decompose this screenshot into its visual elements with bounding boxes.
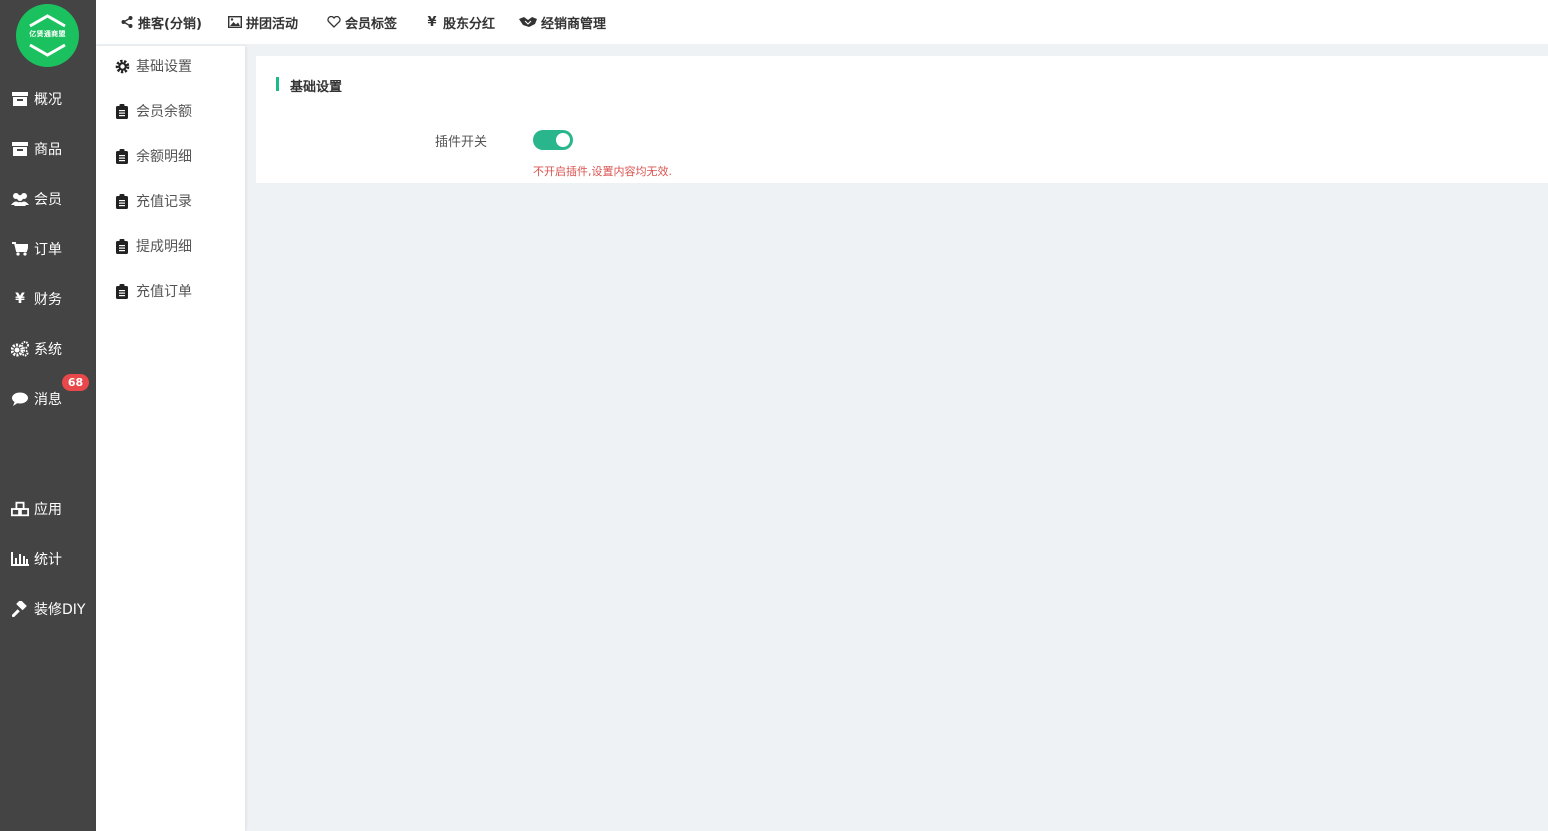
nav-item-label: 订单 (34, 242, 62, 258)
nav-item-label: 会员 (34, 192, 62, 208)
settings-panel: 基础设置 插件开关 不开启插件,设置内容均无效. (256, 56, 1548, 183)
nav-item-system[interactable]: 系统 (0, 331, 96, 367)
nav-item-decoration-diy[interactable]: 装修DIY (0, 591, 96, 627)
chat-icon (11, 390, 29, 408)
nav-item-apps[interactable]: 应用 (0, 491, 96, 527)
submenu-item-label: 基础设置 (136, 59, 192, 75)
top-item-label: 会员标签 (345, 16, 398, 32)
section-accent-bar (276, 77, 279, 91)
top-item-shareholder-dividend[interactable]: ¥ 股东分红 (425, 12, 495, 32)
message-count-badge: 68 (62, 374, 89, 391)
plugin-switch-toggle[interactable] (533, 130, 573, 150)
submenu-item-label: 提成明细 (136, 239, 192, 255)
submenu-item-label: 充值记录 (136, 194, 192, 210)
submenu-item-basic-settings[interactable]: 基础设置 (96, 51, 245, 81)
top-plugin-bar: 推客(分销) 拼团活动 会员标签 ¥ 股东分红 经销商管理 (96, 0, 1548, 44)
top-item-label: 拼团活动 (246, 16, 299, 32)
top-item-distribution[interactable]: 推客(分销) (120, 12, 202, 32)
nav-item-finance[interactable]: ¥ 财务 (0, 281, 96, 317)
section-title: 基础设置 (290, 80, 343, 95)
yen-icon: ¥ (15, 291, 25, 307)
handshake-icon (519, 15, 537, 29)
clipboard-icon (114, 103, 130, 119)
submenu-item-recharge-records[interactable]: 充值记录 (96, 186, 245, 216)
top-item-label: 股东分红 (443, 16, 496, 32)
main-sidebar: 亿贤通商盟 概况 商品 会员 订单 ¥ 财务 系统 消息 68 应用 统计 装修… (0, 0, 96, 831)
nav-item-label: 系统 (34, 342, 62, 358)
yen-icon: ¥ (427, 14, 437, 30)
gears-icon (11, 340, 29, 358)
cubes-icon (11, 500, 29, 518)
top-item-member-tags[interactable]: 会员标签 (327, 12, 397, 32)
nav-item-label: 装修DIY (34, 602, 86, 618)
share-icon (120, 15, 134, 29)
logo-text: 亿贤通商盟 (29, 30, 66, 38)
plugin-switch-hint: 不开启插件,设置内容均无效. (533, 165, 672, 178)
nav-item-label: 财务 (34, 292, 62, 308)
bar-chart-icon (11, 550, 29, 568)
nav-item-label: 应用 (34, 502, 62, 518)
top-item-group-buy[interactable]: 拼团活动 (228, 12, 298, 32)
heart-icon (327, 15, 341, 29)
nav-item-label: 概况 (34, 92, 62, 108)
nav-item-label: 统计 (34, 552, 62, 568)
clipboard-icon (114, 238, 130, 254)
nav-item-label: 商品 (34, 142, 62, 158)
nav-item-overview[interactable]: 概况 (0, 81, 96, 117)
submenu-item-member-balance[interactable]: 会员余额 (96, 96, 245, 126)
cart-icon (11, 240, 29, 258)
top-item-label: 经销商管理 (541, 16, 607, 32)
users-icon (11, 190, 29, 208)
plugin-switch-label: 插件开关 (435, 135, 488, 150)
top-item-label: 推客(分销) (138, 16, 202, 32)
submenu-item-balance-details[interactable]: 余额明细 (96, 141, 245, 171)
clipboard-icon (114, 148, 130, 164)
submenu-item-recharge-orders[interactable]: 充值订单 (96, 276, 245, 306)
nav-item-orders[interactable]: 订单 (0, 231, 96, 267)
app-logo[interactable]: 亿贤通商盟 (16, 4, 79, 67)
submenu-item-label: 余额明细 (136, 149, 192, 165)
submenu-item-label: 充值订单 (136, 284, 192, 300)
hammer-icon (11, 600, 29, 618)
toggle-knob (556, 133, 570, 147)
nav-item-members[interactable]: 会员 (0, 181, 96, 217)
clipboard-icon (114, 193, 130, 209)
image-icon (228, 15, 242, 29)
archive-icon (11, 140, 29, 158)
top-item-dealer-management[interactable]: 经销商管理 (519, 12, 606, 32)
nav-item-goods[interactable]: 商品 (0, 131, 96, 167)
gear-icon (114, 58, 130, 74)
submenu-item-label: 会员余额 (136, 104, 192, 120)
plugin-submenu: 基础设置 会员余额 余额明细 充值记录 提成明细 充值订单 (96, 46, 245, 831)
nav-item-statistics[interactable]: 统计 (0, 541, 96, 577)
nav-item-label: 消息 (34, 392, 62, 408)
clipboard-icon (114, 283, 130, 299)
archive-icon (11, 90, 29, 108)
submenu-item-commission-details[interactable]: 提成明细 (96, 231, 245, 261)
